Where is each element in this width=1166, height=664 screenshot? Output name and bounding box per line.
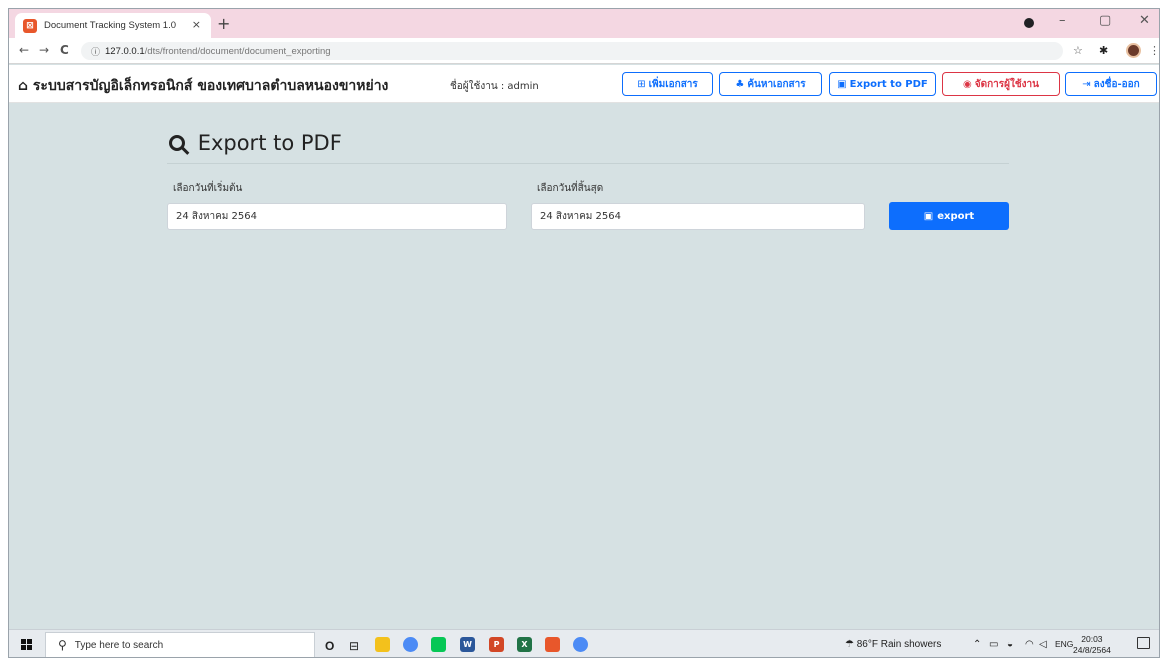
clock[interactable]: 20:03 24/8/2564 bbox=[1073, 634, 1111, 656]
powerpoint-app-icon[interactable]: P bbox=[489, 637, 504, 652]
page-title: Export to PDF bbox=[169, 131, 342, 155]
close-tab-icon[interactable]: × bbox=[192, 18, 201, 31]
start-date-label: เลือกวันที่เริ่มต้น bbox=[173, 183, 243, 194]
home-icon: ⌂ bbox=[18, 78, 29, 94]
address-bar: ← → C ⓘ 127.0.0.1/dts/frontend/document/… bbox=[9, 38, 1159, 64]
pdf-file-icon: ▣ bbox=[923, 210, 934, 222]
end-date-label: เลือกวันที่สิ้นสุด bbox=[537, 183, 604, 194]
plus-square-icon: ⊞ bbox=[637, 78, 646, 90]
weather-widget[interactable]: ☂ 86°F Rain showers bbox=[845, 639, 941, 650]
extensions-icon[interactable]: ✱ bbox=[1099, 44, 1108, 57]
add-document-button[interactable]: ⊞ เพิ่มเอกสาร bbox=[622, 72, 713, 96]
close-window-button[interactable]: ✕ bbox=[1139, 13, 1150, 28]
user-label: ชื่อผู้ใช้งาน : admin bbox=[450, 81, 539, 92]
back-button[interactable]: ← bbox=[19, 43, 29, 57]
chrome-app-icon[interactable] bbox=[403, 637, 418, 652]
windows-start-icon[interactable] bbox=[21, 639, 32, 650]
excel-app-icon[interactable]: X bbox=[517, 637, 532, 652]
reload-button[interactable]: C bbox=[60, 43, 69, 57]
start-date-input[interactable]: 24 สิงหาคม 2564 bbox=[167, 203, 507, 230]
end-date-input[interactable]: 24 สิงหาคม 2564 bbox=[531, 203, 865, 230]
brand[interactable]: ⌂ ระบบสารบัญอิเล็กทรอนิกส์ ของเทศบาลตำบล… bbox=[18, 75, 388, 97]
logout-icon: ⇥ bbox=[1082, 78, 1091, 90]
new-tab-button[interactable]: + bbox=[217, 14, 230, 33]
tray-chevron-icon[interactable]: ⌃ bbox=[973, 639, 981, 650]
wifi-icon[interactable]: ◠ bbox=[1025, 639, 1034, 650]
bookmark-star-icon[interactable]: ☆ bbox=[1073, 44, 1083, 57]
info-icon[interactable]: ⓘ bbox=[91, 45, 100, 58]
word-app-icon[interactable]: W bbox=[460, 637, 475, 652]
pdf-file-icon: ▣ bbox=[837, 78, 847, 90]
battery-icon[interactable]: ▭ bbox=[989, 639, 998, 650]
volume-icon[interactable]: ◁ bbox=[1039, 639, 1047, 650]
profile-indicator-icon[interactable] bbox=[1024, 18, 1034, 28]
brand-title: ระบบสารบัญอิเล็กทรอนิกส์ ของเทศบาลตำบลหน… bbox=[32, 78, 389, 94]
search-icon: ⚲ bbox=[58, 638, 67, 652]
url-input[interactable]: ⓘ 127.0.0.1/dts/frontend/document/docume… bbox=[81, 42, 1063, 60]
line-app-icon[interactable] bbox=[431, 637, 446, 652]
search-document-button[interactable]: ♣ ค้นหาเอกสาร bbox=[719, 72, 822, 96]
url-path: /dts/frontend/document/document_exportin… bbox=[144, 45, 331, 57]
app-navbar: ⌂ ระบบสารบัญอิเล็กทรอนิกส์ ของเทศบาลตำบล… bbox=[9, 65, 1159, 103]
avatar[interactable] bbox=[1126, 43, 1141, 58]
xampp-app-icon[interactable] bbox=[545, 637, 560, 652]
user-circle-icon: ◉ bbox=[963, 78, 972, 90]
manage-users-button[interactable]: ◉ จัดการผู้ใช้งาน bbox=[942, 72, 1060, 96]
notification-icon[interactable] bbox=[1137, 637, 1150, 649]
tab-strip: ⊠ Document Tracking System 1.0 × + – ▢ ✕ bbox=[9, 9, 1159, 38]
tab-title: Document Tracking System 1.0 bbox=[44, 20, 176, 31]
maximize-button[interactable]: ▢ bbox=[1099, 13, 1111, 28]
browser-window: ⊠ Document Tracking System 1.0 × + – ▢ ✕… bbox=[8, 8, 1160, 658]
sitemap-icon: ♣ bbox=[735, 78, 745, 90]
divider bbox=[167, 163, 1009, 164]
weather-icon: ☂ bbox=[845, 639, 854, 650]
chrome-active-app-icon[interactable] bbox=[573, 637, 588, 652]
logout-button[interactable]: ⇥ ลงชื่อ-ออก bbox=[1065, 72, 1157, 96]
url-host: 127.0.0.1 bbox=[105, 45, 145, 57]
file-explorer-icon[interactable] bbox=[375, 637, 390, 652]
search-icon bbox=[169, 135, 185, 151]
network-icon[interactable]: ◒ bbox=[1007, 639, 1013, 650]
favicon-icon: ⊠ bbox=[23, 18, 37, 33]
export-button[interactable]: ▣ export bbox=[889, 202, 1009, 230]
minimize-button[interactable]: – bbox=[1059, 13, 1066, 28]
export-pdf-nav-button[interactable]: ▣ Export to PDF bbox=[829, 72, 936, 96]
cortana-icon[interactable]: O bbox=[325, 639, 334, 653]
browser-tab[interactable]: ⊠ Document Tracking System 1.0 × bbox=[15, 13, 211, 38]
forward-button[interactable]: → bbox=[39, 43, 49, 57]
language-indicator[interactable]: ENG bbox=[1055, 639, 1073, 649]
taskbar-search-input[interactable]: ⚲ Type here to search bbox=[45, 632, 315, 657]
menu-dots-icon[interactable]: ⋮ bbox=[1149, 44, 1159, 57]
taskbar: ⚲ Type here to search O ⊟ W P X ☂ 86°F R… bbox=[9, 629, 1159, 657]
task-view-icon[interactable]: ⊟ bbox=[349, 639, 359, 653]
